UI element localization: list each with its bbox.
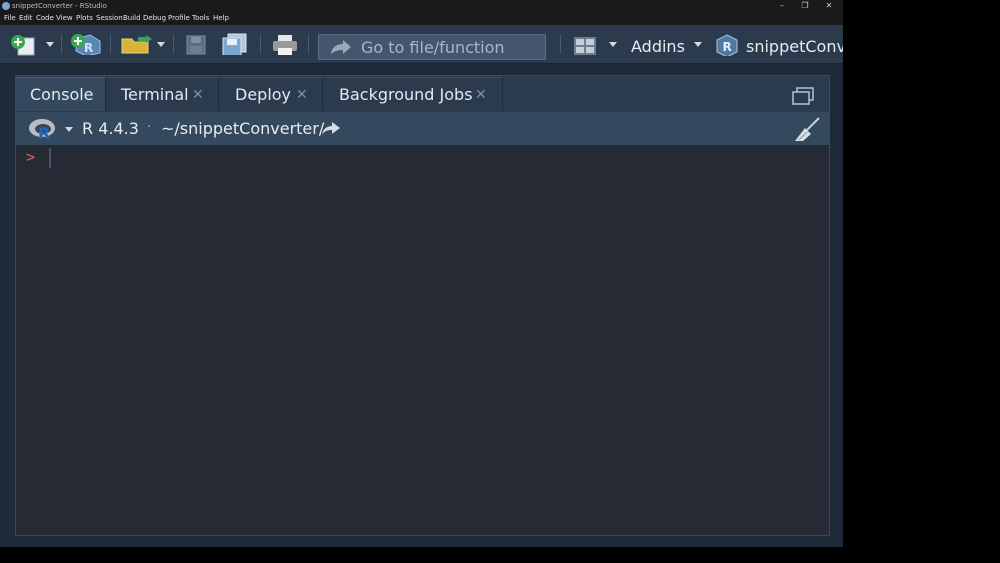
- goto-arrow-icon: [331, 40, 351, 54]
- tab-background-jobs[interactable]: Background Jobs ✕: [325, 77, 503, 111]
- project-icon[interactable]: R: [715, 34, 739, 56]
- window-title: snippetConverter - RStudio: [12, 2, 107, 10]
- pane-layout-icon[interactable]: [573, 36, 597, 58]
- menu-help[interactable]: Help: [213, 14, 229, 23]
- addins-menu[interactable]: Addins: [631, 37, 685, 57]
- tab-deploy[interactable]: Deploy ✕: [221, 77, 323, 111]
- new-file-dropdown-icon[interactable]: [46, 42, 54, 47]
- menu-file[interactable]: File: [4, 14, 16, 23]
- rstudio-window: snippetConverter - RStudio – ❐ ✕ File Ed…: [0, 0, 843, 547]
- menu-build[interactable]: Build: [123, 14, 141, 23]
- menu-session[interactable]: Session: [96, 14, 123, 23]
- menu-profile[interactable]: Profile: [168, 14, 190, 23]
- r-logo-icon[interactable]: R: [28, 117, 58, 141]
- console-pane: Console Terminal ✕ Deploy ✕ Background J…: [15, 75, 830, 536]
- clear-console-icon[interactable]: [793, 116, 821, 142]
- tab-deploy-label: Deploy: [235, 85, 292, 104]
- project-menu[interactable]: snippetConverter: [746, 37, 843, 57]
- new-file-icon[interactable]: [10, 34, 38, 56]
- pane-tabs: Console Terminal ✕ Deploy ✕ Background J…: [16, 76, 829, 112]
- pane-layout-dropdown-icon[interactable]: [609, 42, 617, 47]
- separator-dot: ·: [147, 120, 152, 135]
- menu-debug[interactable]: Debug: [143, 14, 166, 23]
- menu-tools[interactable]: Tools: [192, 14, 209, 23]
- close-background-jobs-icon[interactable]: ✕: [475, 87, 487, 103]
- svg-text:R: R: [38, 124, 50, 141]
- tab-terminal[interactable]: Terminal ✕: [107, 77, 219, 111]
- rstudio-app-icon: [2, 2, 10, 10]
- working-directory: ~/snippetConverter/: [161, 119, 325, 138]
- goto-directory-icon[interactable]: [321, 122, 341, 136]
- console-output[interactable]: >: [16, 146, 829, 535]
- open-folder-icon[interactable]: [120, 35, 152, 57]
- open-dropdown-icon[interactable]: [157, 42, 165, 47]
- menu-bar: File Edit Code View Plots Session Build …: [0, 12, 843, 25]
- tab-terminal-label: Terminal: [121, 85, 189, 104]
- menu-edit[interactable]: Edit: [19, 14, 33, 23]
- console-prompt: >: [26, 148, 36, 166]
- svg-text:R: R: [723, 40, 732, 54]
- main-toolbar: R Go to file/function Addins R snippetCo…: [0, 25, 843, 64]
- print-icon[interactable]: [272, 34, 298, 56]
- maximize-button[interactable]: ❐: [799, 0, 811, 12]
- new-project-icon[interactable]: R: [70, 33, 102, 55]
- close-terminal-icon[interactable]: ✕: [192, 87, 204, 103]
- menu-view[interactable]: View: [56, 14, 73, 23]
- minimize-button[interactable]: –: [776, 0, 788, 12]
- title-bar: snippetConverter - RStudio – ❐ ✕: [0, 0, 843, 12]
- r-version: R 4.4.3: [82, 119, 139, 138]
- addins-dropdown-icon[interactable]: [694, 42, 702, 47]
- save-icon[interactable]: [186, 35, 208, 57]
- goto-file-function[interactable]: [318, 34, 546, 60]
- tab-background-jobs-label: Background Jobs: [339, 85, 473, 104]
- save-all-icon[interactable]: [222, 33, 248, 55]
- close-deploy-icon[interactable]: ✕: [296, 87, 308, 103]
- menu-plots[interactable]: Plots: [76, 14, 93, 23]
- tab-console[interactable]: Console: [16, 77, 106, 111]
- restore-pane-icon[interactable]: [791, 86, 815, 106]
- goto-input[interactable]: [361, 37, 539, 57]
- text-cursor: [49, 148, 51, 168]
- tab-console-label: Console: [30, 85, 94, 104]
- close-button[interactable]: ✕: [823, 0, 835, 12]
- svg-text:R: R: [84, 41, 93, 55]
- r-version-dropdown-icon[interactable]: [65, 127, 73, 132]
- menu-code[interactable]: Code: [36, 14, 54, 23]
- console-header: R R 4.4.3 · ~/snippetConverter/: [16, 112, 829, 146]
